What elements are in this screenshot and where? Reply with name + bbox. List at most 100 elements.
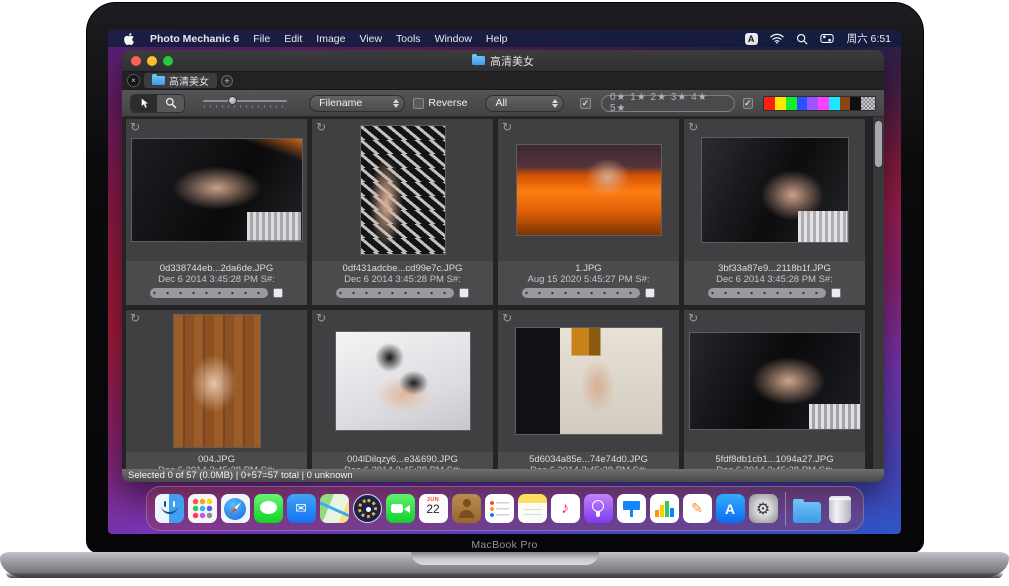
menu-bar-clock[interactable]: 周六 6:51 bbox=[847, 31, 891, 46]
photo-thumbnail[interactable] bbox=[360, 125, 446, 255]
music-icon[interactable]: ♪ bbox=[551, 494, 580, 523]
tag-checkbox[interactable] bbox=[273, 288, 283, 298]
color-swatch-brown[interactable] bbox=[840, 97, 851, 110]
color-swatch-cyan[interactable] bbox=[829, 97, 840, 110]
reminders-icon[interactable] bbox=[485, 494, 514, 523]
photo-thumbnail[interactable] bbox=[335, 331, 471, 431]
minimize-window-button[interactable] bbox=[147, 56, 157, 66]
photo-filename[interactable]: 0d338744eb...2da6de.JPG bbox=[160, 263, 274, 274]
photo-cell[interactable]: ↺ 004.JPG Dec 6 2014 3:45:28 PM S#: bbox=[126, 310, 307, 469]
rotate-icon[interactable]: ↺ bbox=[688, 120, 698, 134]
calendar-icon[interactable]: JUN 22 bbox=[419, 494, 448, 523]
loupe-tool-button[interactable] bbox=[157, 95, 183, 112]
color-swatch-red[interactable] bbox=[764, 97, 775, 110]
rotate-icon[interactable]: ↺ bbox=[130, 120, 140, 134]
app-store-icon[interactable]: A bbox=[716, 494, 745, 523]
photo-thumbnail[interactable] bbox=[689, 332, 861, 430]
facetime-icon[interactable] bbox=[386, 494, 415, 523]
star-rating-pill[interactable] bbox=[150, 288, 268, 298]
color-swatch-blue[interactable] bbox=[797, 97, 808, 110]
color-class-filter-checkbox[interactable]: ✓ bbox=[743, 98, 754, 109]
tag-checkbox[interactable] bbox=[831, 288, 841, 298]
notes-icon[interactable] bbox=[518, 494, 547, 523]
tag-checkbox[interactable] bbox=[645, 288, 655, 298]
launchpad-icon[interactable] bbox=[188, 494, 217, 523]
color-swatch-none[interactable] bbox=[861, 97, 875, 110]
photo-thumbnail[interactable] bbox=[173, 314, 261, 448]
tab-close-icon[interactable]: × bbox=[127, 74, 140, 87]
photo-thumbnail[interactable] bbox=[516, 144, 662, 236]
color-swatch-black[interactable] bbox=[850, 97, 861, 110]
sort-by-dropdown[interactable]: Filename bbox=[309, 95, 405, 112]
rotate-icon[interactable]: ↺ bbox=[316, 120, 326, 134]
close-window-button[interactable] bbox=[131, 56, 141, 66]
rating-filter-checkbox[interactable]: ✓ bbox=[580, 98, 591, 109]
star-rating-pill[interactable] bbox=[522, 288, 640, 298]
menu-view[interactable]: View bbox=[359, 33, 382, 45]
slider-thumb[interactable] bbox=[228, 96, 237, 105]
numbers-icon[interactable] bbox=[650, 494, 679, 523]
photo-filename[interactable]: 1.JPG bbox=[575, 263, 601, 274]
photo-cell[interactable]: ↺ 5fdf8db1cb1...1094a27.JPG Dec 6 2014 3… bbox=[684, 310, 865, 469]
vertical-scrollbar[interactable] bbox=[872, 117, 884, 469]
photo-filename[interactable]: 5fdf8db1cb1...1094a27.JPG bbox=[715, 454, 833, 465]
tab-contact-sheet[interactable]: 高清美女 bbox=[144, 73, 217, 88]
star-rating-pill[interactable] bbox=[708, 288, 826, 298]
system-preferences-icon[interactable]: ⚙ bbox=[749, 494, 778, 523]
finder-icon[interactable] bbox=[155, 494, 184, 523]
photo-cell[interactable]: ↺ 004lDilqzy6...e3&690.JPG Dec 6 2014 3:… bbox=[312, 310, 493, 469]
contacts-icon[interactable] bbox=[452, 494, 481, 523]
color-swatch-magenta[interactable] bbox=[818, 97, 829, 110]
keynote-icon[interactable] bbox=[617, 494, 646, 523]
input-source-icon[interactable]: A bbox=[745, 33, 758, 45]
rotate-icon[interactable]: ↺ bbox=[130, 311, 140, 325]
rotate-icon[interactable]: ↺ bbox=[688, 311, 698, 325]
apple-menu-icon[interactable] bbox=[124, 33, 134, 45]
window-title-bar[interactable]: 高清美女 bbox=[122, 50, 884, 72]
color-swatch-yellow[interactable] bbox=[775, 97, 786, 110]
menu-tools[interactable]: Tools bbox=[396, 33, 421, 45]
rotate-icon[interactable]: ↺ bbox=[502, 120, 512, 134]
menu-file[interactable]: File bbox=[253, 33, 270, 45]
wifi-icon[interactable] bbox=[770, 33, 784, 44]
rotate-icon[interactable]: ↺ bbox=[316, 311, 326, 325]
scrollbar-thumb[interactable] bbox=[875, 121, 882, 167]
photo-cell[interactable]: ↺ 0d338744eb...2da6de.JPG Dec 6 2014 3:4… bbox=[126, 119, 307, 305]
control-center-icon[interactable] bbox=[820, 33, 834, 44]
view-filter-dropdown[interactable]: All bbox=[485, 95, 564, 112]
menu-app-name[interactable]: Photo Mechanic 6 bbox=[150, 33, 239, 45]
star-rating-filter[interactable]: 0★ 1★ 2★ 3★ 4★ 5★ bbox=[601, 95, 735, 112]
maps-icon[interactable] bbox=[320, 494, 349, 523]
photo-thumbnail[interactable] bbox=[131, 138, 303, 242]
pages-icon[interactable]: ✎ bbox=[683, 494, 712, 523]
messages-icon[interactable] bbox=[254, 494, 283, 523]
arrow-tool-button[interactable] bbox=[131, 95, 157, 112]
safari-icon[interactable] bbox=[221, 494, 250, 523]
add-tab-button[interactable]: + bbox=[221, 75, 233, 87]
downloads-folder-icon[interactable] bbox=[793, 494, 822, 523]
photo-filename[interactable]: 3bf33a87e9...2118b1f.JPG bbox=[718, 263, 831, 274]
photo-cell[interactable]: ↺ 5d6034a85e...74e74d0.JPG Dec 6 2014 3:… bbox=[498, 310, 679, 469]
spotlight-search-icon[interactable] bbox=[796, 33, 808, 45]
tag-checkbox[interactable] bbox=[459, 288, 469, 298]
menu-edit[interactable]: Edit bbox=[284, 33, 302, 45]
color-class-filter[interactable] bbox=[763, 96, 876, 111]
color-swatch-green[interactable] bbox=[786, 97, 797, 110]
color-swatch-purple[interactable] bbox=[807, 97, 818, 110]
photo-thumbnail[interactable] bbox=[701, 137, 849, 243]
photo-cell[interactable]: ↺ 1.JPG Aug 15 2020 5:45:27 PM S#: bbox=[498, 119, 679, 305]
photo-filename[interactable]: 5d6034a85e...74e74d0.JPG bbox=[529, 454, 648, 465]
photo-filename[interactable]: 004lDilqzy6...e3&690.JPG bbox=[347, 454, 458, 465]
photo-cell[interactable]: ↺ 3bf33a87e9...2118b1f.JPG Dec 6 2014 3:… bbox=[684, 119, 865, 305]
menu-help[interactable]: Help bbox=[486, 33, 508, 45]
photo-thumbnail[interactable] bbox=[515, 327, 663, 435]
menu-window[interactable]: Window bbox=[435, 33, 472, 45]
zoom-window-button[interactable] bbox=[163, 56, 173, 66]
photo-cell[interactable]: ↺ 0df431adcbe...cd99e7c.JPG Dec 6 2014 3… bbox=[312, 119, 493, 305]
photo-filename[interactable]: 004.JPG bbox=[198, 454, 235, 465]
menu-image[interactable]: Image bbox=[316, 33, 345, 45]
rotate-icon[interactable]: ↺ bbox=[502, 311, 512, 325]
reverse-checkbox[interactable] bbox=[413, 98, 424, 109]
thumbnail-size-slider[interactable] bbox=[203, 96, 287, 110]
photo-mechanic-dock-icon[interactable] bbox=[353, 494, 382, 523]
